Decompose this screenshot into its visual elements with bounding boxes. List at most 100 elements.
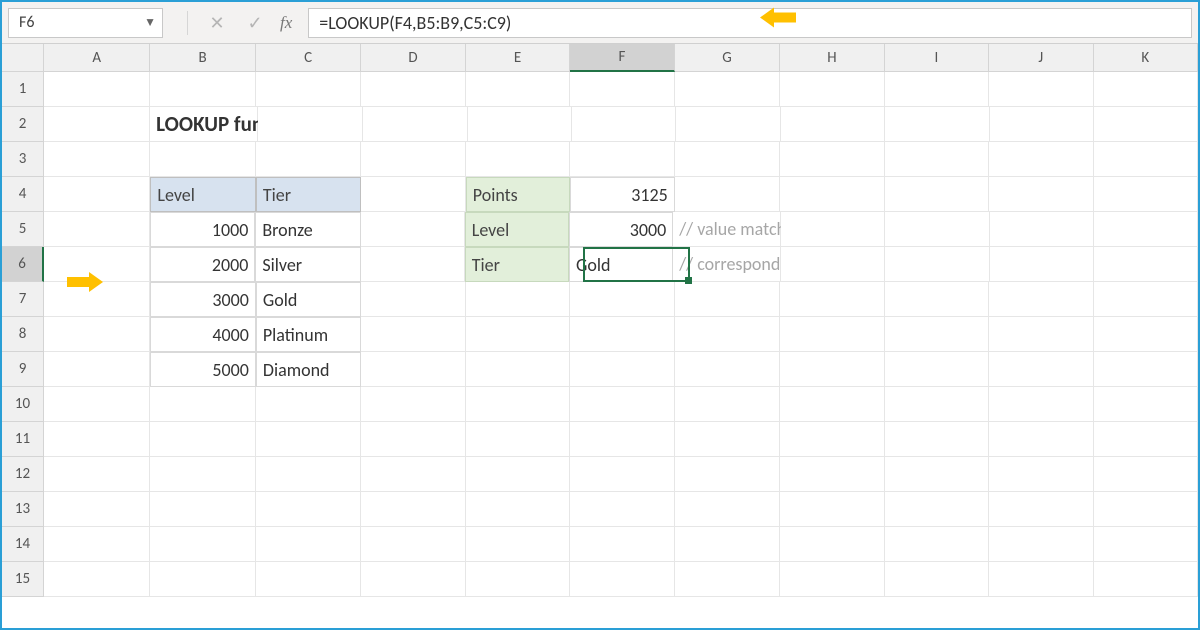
- cell[interactable]: [989, 72, 1093, 107]
- cell[interactable]: [361, 457, 465, 492]
- cell[interactable]: [885, 457, 989, 492]
- cell[interactable]: [1094, 282, 1198, 317]
- cell[interactable]: [989, 177, 1093, 212]
- cell[interactable]: [570, 282, 674, 317]
- cell[interactable]: [989, 562, 1093, 597]
- cell[interactable]: [466, 72, 570, 107]
- cell[interactable]: [780, 457, 884, 492]
- cell[interactable]: [466, 527, 570, 562]
- cell[interactable]: [1094, 352, 1198, 387]
- cell[interactable]: [989, 492, 1093, 527]
- cell[interactable]: [256, 422, 361, 457]
- row-header[interactable]: 7: [2, 282, 44, 317]
- row-header[interactable]: 13: [2, 492, 44, 527]
- cell[interactable]: [1094, 457, 1198, 492]
- cell[interactable]: [570, 492, 674, 527]
- row-header[interactable]: 6: [2, 247, 44, 282]
- cell[interactable]: [256, 387, 361, 422]
- row-header[interactable]: 2: [2, 107, 44, 142]
- cell[interactable]: [466, 282, 570, 317]
- table-row[interactable]: Bronze: [255, 212, 360, 247]
- cell[interactable]: [570, 387, 674, 422]
- cell[interactable]: [676, 107, 781, 142]
- table-row[interactable]: 2000: [150, 247, 255, 282]
- formula-input[interactable]: =LOOKUP(F4,B5:B9,C5:C9): [308, 8, 1192, 38]
- cell[interactable]: [885, 562, 989, 597]
- cell[interactable]: [570, 72, 674, 107]
- cell[interactable]: [989, 142, 1093, 177]
- cell-title[interactable]: LOOKUP function: [150, 107, 258, 142]
- row-header[interactable]: 3: [2, 142, 44, 177]
- cell[interactable]: [780, 387, 884, 422]
- cancel-icon[interactable]: ✕: [204, 10, 230, 36]
- col-header[interactable]: G: [675, 44, 780, 72]
- cell[interactable]: [675, 352, 780, 387]
- cell[interactable]: [780, 72, 884, 107]
- row-header[interactable]: 9: [2, 352, 44, 387]
- cell[interactable]: [361, 317, 465, 352]
- cell[interactable]: [44, 527, 150, 562]
- cell[interactable]: [150, 142, 255, 177]
- cell[interactable]: [570, 422, 674, 457]
- cell[interactable]: [675, 142, 780, 177]
- cell[interactable]: [44, 107, 150, 142]
- col-header[interactable]: K: [1094, 44, 1198, 72]
- col-header[interactable]: D: [361, 44, 465, 72]
- cell[interactable]: [570, 317, 674, 352]
- cell[interactable]: [990, 247, 1094, 282]
- lookup-level-value[interactable]: 3000: [569, 212, 673, 247]
- cell[interactable]: [675, 562, 780, 597]
- row-header[interactable]: 12: [2, 457, 44, 492]
- cell[interactable]: [44, 317, 150, 352]
- cell[interactable]: [780, 142, 884, 177]
- table-row[interactable]: Platinum: [256, 317, 361, 352]
- cell[interactable]: [989, 527, 1093, 562]
- confirm-icon[interactable]: ✓: [242, 10, 268, 36]
- cell[interactable]: [258, 107, 363, 142]
- cell[interactable]: [781, 247, 885, 282]
- cell[interactable]: [361, 422, 465, 457]
- cell[interactable]: [570, 457, 674, 492]
- cell[interactable]: [570, 527, 674, 562]
- cell[interactable]: [468, 107, 572, 142]
- cell[interactable]: [885, 527, 989, 562]
- cell[interactable]: [885, 317, 989, 352]
- cell[interactable]: [1094, 422, 1198, 457]
- cell-comment[interactable]: // value matched in level: [673, 212, 781, 247]
- cell[interactable]: [1094, 142, 1198, 177]
- cell[interactable]: [989, 422, 1093, 457]
- cell[interactable]: [150, 72, 255, 107]
- col-header[interactable]: J: [989, 44, 1093, 72]
- cell[interactable]: [466, 457, 570, 492]
- table-row[interactable]: Silver: [255, 247, 360, 282]
- row-header[interactable]: 8: [2, 317, 44, 352]
- cell[interactable]: [781, 107, 885, 142]
- col-header[interactable]: F: [570, 44, 674, 72]
- cell[interactable]: [361, 72, 465, 107]
- lookup-tier-value[interactable]: Gold: [569, 247, 673, 282]
- col-header[interactable]: H: [780, 44, 884, 72]
- cell[interactable]: [570, 352, 674, 387]
- cell[interactable]: [885, 107, 989, 142]
- row-header[interactable]: 1: [2, 72, 44, 107]
- table-row[interactable]: Diamond: [256, 352, 361, 387]
- cell[interactable]: [885, 72, 989, 107]
- col-header[interactable]: B: [150, 44, 255, 72]
- cell[interactable]: [989, 352, 1093, 387]
- table-row[interactable]: 3000: [150, 282, 255, 317]
- cell[interactable]: [1094, 492, 1198, 527]
- cell[interactable]: [466, 352, 570, 387]
- cell[interactable]: [44, 177, 150, 212]
- cell[interactable]: [466, 492, 570, 527]
- cell[interactable]: [44, 492, 150, 527]
- cell[interactable]: [989, 387, 1093, 422]
- cell[interactable]: [780, 317, 884, 352]
- cell[interactable]: [989, 317, 1093, 352]
- cell[interactable]: [361, 282, 465, 317]
- cell[interactable]: [466, 387, 570, 422]
- cell[interactable]: [256, 562, 361, 597]
- cell[interactable]: [989, 282, 1093, 317]
- cell[interactable]: [466, 562, 570, 597]
- cell[interactable]: [361, 527, 465, 562]
- cell[interactable]: [1094, 177, 1198, 212]
